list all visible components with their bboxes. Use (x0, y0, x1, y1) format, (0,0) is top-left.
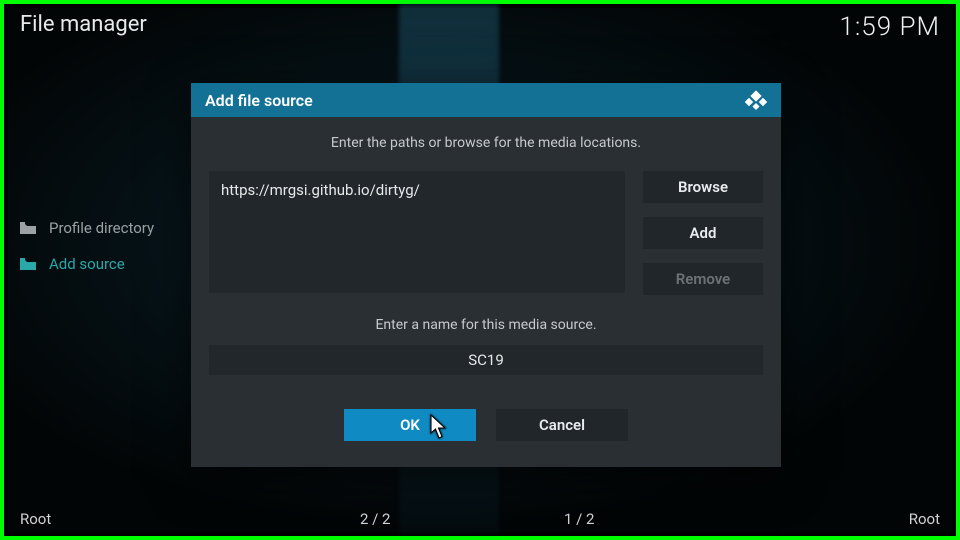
sidebar-item-label: Add source (49, 255, 125, 273)
dialog-actions: OK Cancel (209, 409, 763, 441)
path-row: https://mrgsi.github.io/dirtyg/ Browse A… (209, 171, 763, 295)
footer-right-label: Root (909, 510, 940, 528)
ok-button[interactable]: OK (344, 409, 476, 441)
dialog-title: Add file source (205, 91, 313, 110)
add-button[interactable]: Add (643, 217, 763, 249)
browse-button[interactable]: Browse (643, 171, 763, 203)
add-file-source-dialog: Add file source Enter the paths or brows… (191, 83, 781, 467)
sidebar-item-label: Profile directory (49, 219, 154, 237)
remove-button: Remove (643, 263, 763, 295)
cancel-button[interactable]: Cancel (496, 409, 628, 441)
footer-count-right: 1 / 2 (564, 510, 595, 528)
path-input[interactable]: https://mrgsi.github.io/dirtyg/ (209, 171, 625, 293)
name-instruction: Enter a name for this media source. (209, 317, 763, 333)
dialog-titlebar: Add file source (191, 83, 781, 117)
sidebar-item-profile-directory[interactable]: Profile directory (20, 219, 154, 237)
folder-icon (20, 222, 36, 234)
sidebar: Profile directory Add source (20, 219, 154, 273)
path-instruction: Enter the paths or browse for the media … (209, 135, 763, 151)
footer: Root 2 / 2 1 / 2 Root (4, 510, 956, 528)
name-input[interactable]: SC19 (209, 345, 763, 375)
path-value: https://mrgsi.github.io/dirtyg/ (221, 181, 420, 199)
name-value: SC19 (468, 351, 504, 369)
sidebar-item-add-source[interactable]: Add source (20, 255, 154, 273)
kodi-logo-icon (743, 89, 769, 111)
page-title: File manager (20, 12, 147, 37)
clock: 1:59 PM (839, 12, 940, 42)
dialog-body: Enter the paths or browse for the media … (191, 117, 781, 467)
side-buttons: Browse Add Remove (643, 171, 763, 295)
folder-icon (20, 258, 36, 270)
footer-left-label: Root (20, 510, 51, 528)
footer-count-left: 2 / 2 (360, 510, 391, 528)
header: File manager 1:59 PM (20, 12, 940, 42)
